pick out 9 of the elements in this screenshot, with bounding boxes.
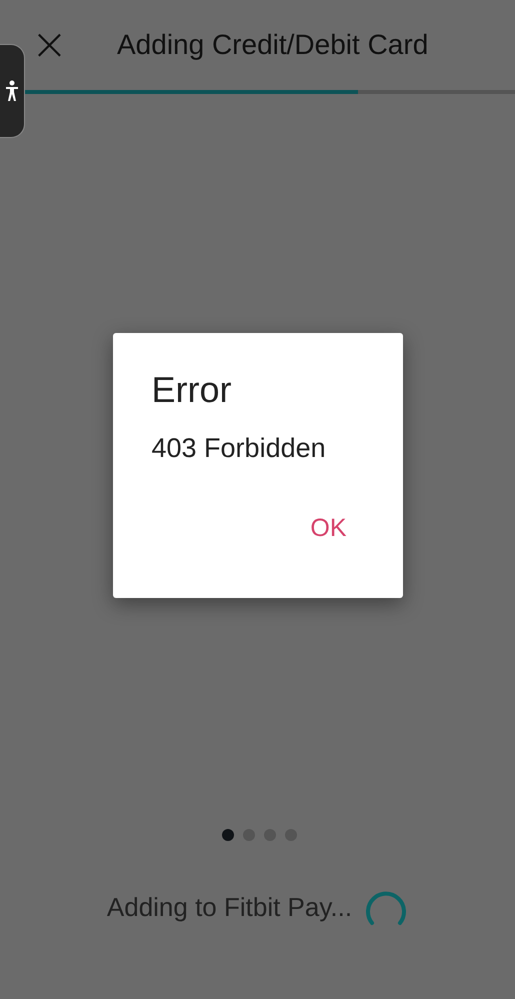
page-title: Adding Credit/Debit Card [117, 29, 428, 61]
ok-button[interactable]: OK [306, 510, 350, 547]
accessibility-icon [5, 80, 19, 102]
dialog-title: Error [152, 369, 232, 411]
close-button[interactable]: × [31, 23, 61, 67]
accessibility-tab[interactable] [0, 44, 25, 138]
page-dot[interactable] [222, 829, 234, 841]
dialog-message: 403 Forbidden [152, 433, 327, 464]
status-text: Adding to Fitbit Pay... [106, 892, 352, 922]
